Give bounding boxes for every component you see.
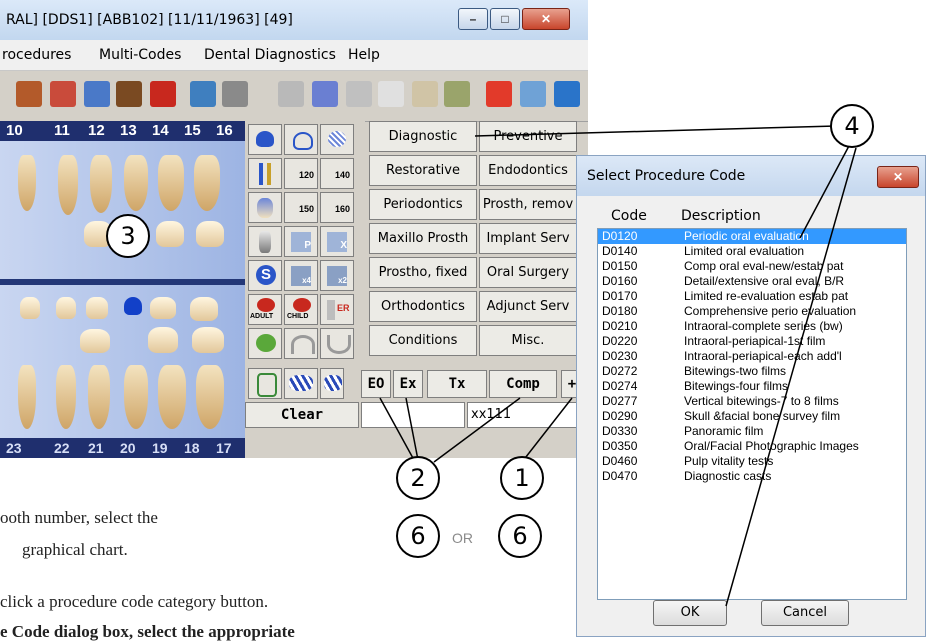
leader-line-2 (379, 397, 415, 461)
callout-6a: 6 (396, 514, 440, 558)
leader-line-1 (521, 397, 573, 463)
leader-line-4 (725, 147, 857, 607)
leader-line-2 (405, 397, 419, 461)
callout-4: 4 (830, 104, 874, 148)
callout-6b: 6 (498, 514, 542, 558)
callout-3: 3 (106, 214, 150, 258)
or-label: OR (452, 530, 473, 546)
callout-2: 2 (396, 456, 440, 500)
callout-1: 1 (500, 456, 544, 500)
leader-line-4 (474, 125, 837, 137)
leader-line-2 (433, 397, 521, 463)
leader-line-4 (799, 143, 851, 239)
